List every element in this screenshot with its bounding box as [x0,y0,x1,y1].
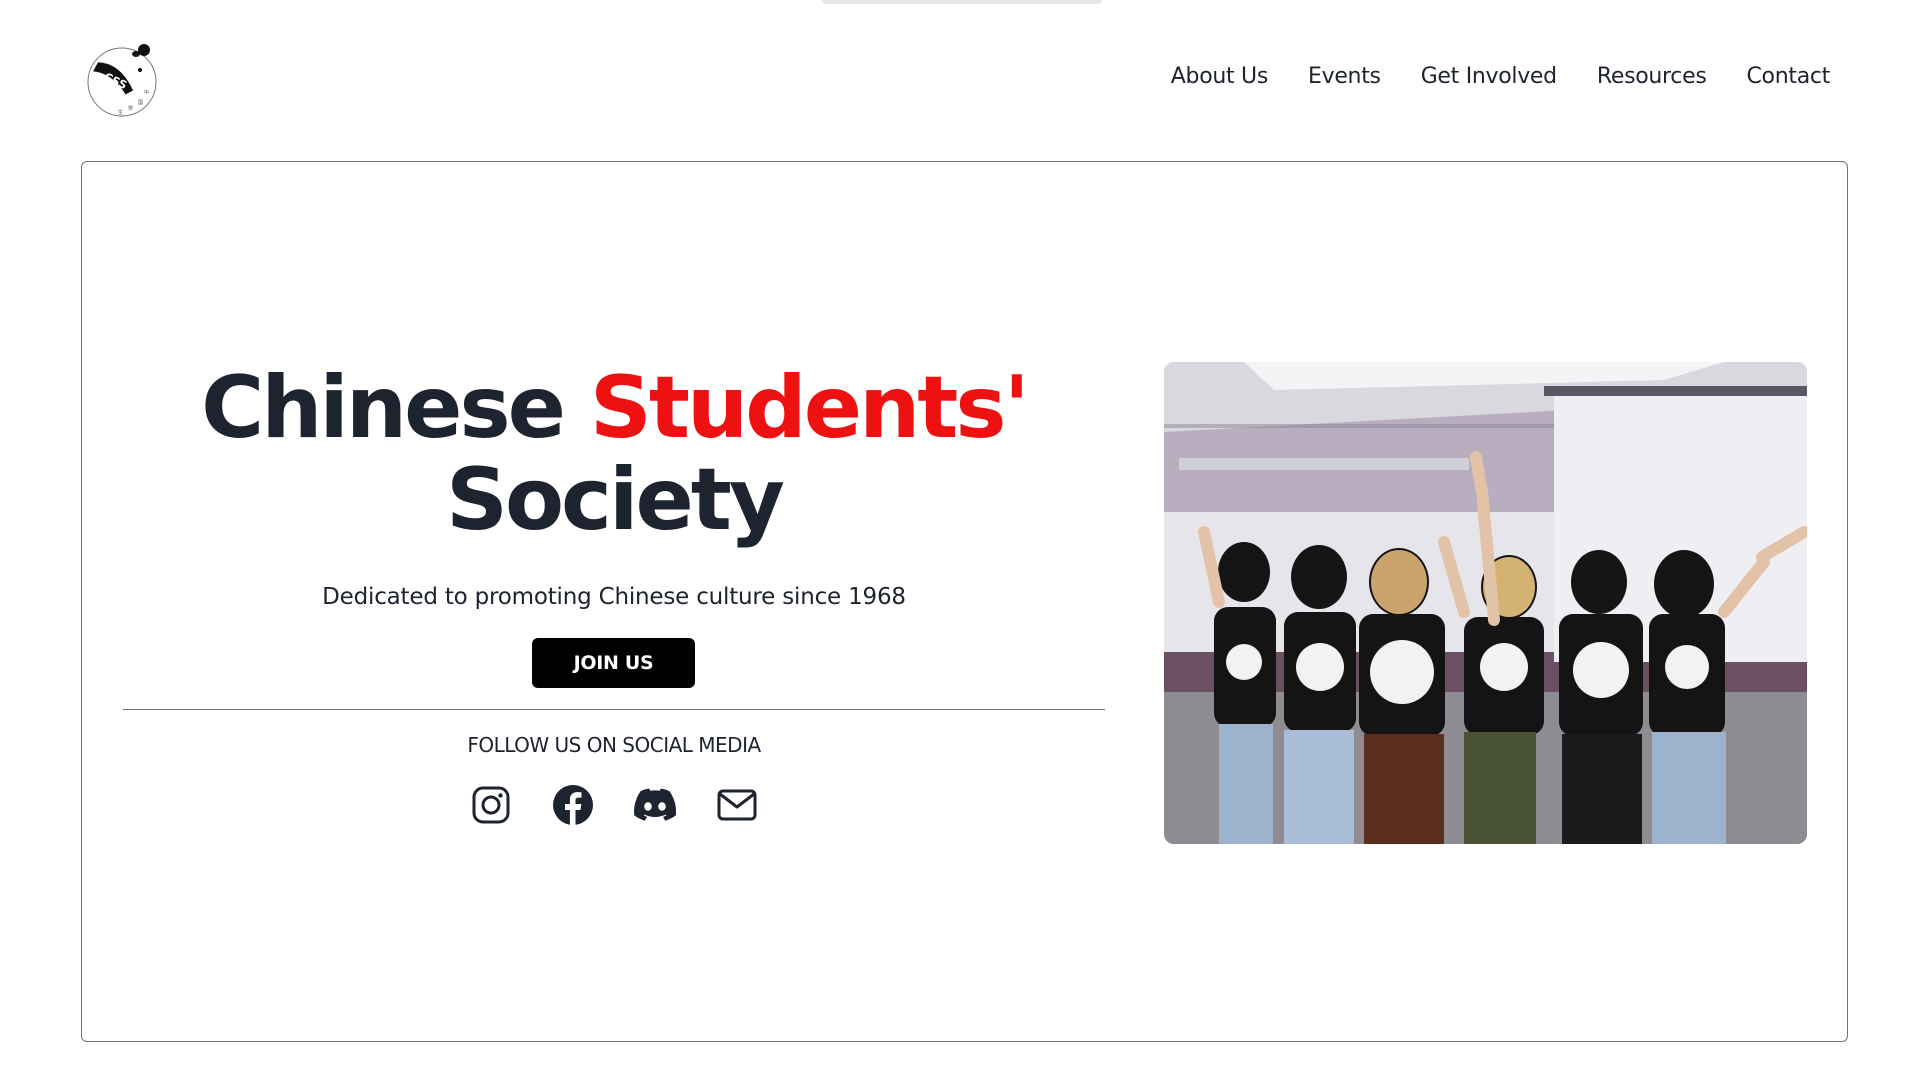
svg-text:中: 中 [144,89,149,96]
join-us-button[interactable]: JOIN US [532,638,695,688]
hero-title-accent: Students' [589,358,1030,458]
social-icons [470,784,758,826]
svg-text:生: 生 [118,109,123,116]
nav-item-events[interactable]: Events [1308,64,1381,89]
hero-title-part2: Society [446,450,785,550]
nav-item-contact[interactable]: Contact [1747,64,1831,89]
site-logo[interactable]: CSS 中 國 學 生 [86,40,162,122]
nav-item-about-us[interactable]: About Us [1171,64,1269,89]
hero-title: Chinese Students' Society [123,362,1105,546]
top-scroll-indicator [822,0,1102,4]
svg-text:國: 國 [138,100,143,106]
instagram-icon[interactable] [470,784,512,826]
social-heading: FOLLOW US ON SOCIAL MEDIA [467,733,761,757]
group-photo [1164,362,1807,844]
hero-divider [123,709,1105,710]
css-panda-logo-icon: CSS 中 國 學 生 [87,44,157,117]
email-icon[interactable] [716,784,758,826]
nav-item-get-involved[interactable]: Get Involved [1421,64,1557,89]
svg-text:學: 學 [128,105,133,112]
main-nav: About Us Events Get Involved Resources C… [1171,64,1831,89]
nav-item-resources[interactable]: Resources [1597,64,1707,89]
facebook-icon[interactable] [552,784,594,826]
hero-tagline: Dedicated to promoting Chinese culture s… [322,584,906,610]
discord-icon[interactable] [634,784,676,826]
hero-title-part1: Chinese [201,358,590,458]
